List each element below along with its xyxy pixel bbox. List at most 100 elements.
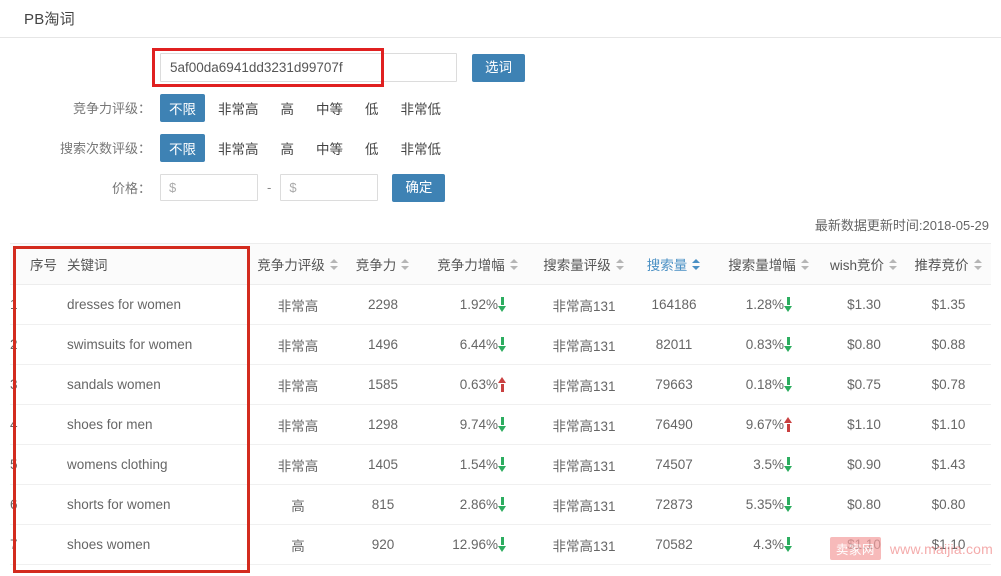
cell-competition-change: 6.44%: [420, 324, 498, 365]
cell-search-volume-level: 非常高131: [536, 324, 632, 365]
cell-search-volume-change-arrow: [784, 404, 822, 445]
search-count-level-label: 搜索次数评级：: [59, 141, 151, 156]
cell-search-volume: 79663: [632, 364, 716, 405]
keyword-table: 序号 关键词 竞争力评级 竞争力 竞争力增幅 搜索量评级 搜索量 搜索量增幅 w…: [10, 243, 991, 565]
competition-option-very-high[interactable]: 非常高: [209, 94, 268, 122]
select-keyword-button[interactable]: 选词: [472, 53, 525, 82]
column-header-competition-level[interactable]: 竞争力评级: [250, 243, 346, 285]
competition-option-high[interactable]: 高: [272, 94, 304, 122]
arrow-down-icon: [784, 337, 793, 353]
arrow-down-icon: [784, 377, 793, 393]
column-header-competition[interactable]: 竞争力: [346, 243, 420, 285]
sort-icon-search-volume[interactable]: [692, 258, 701, 271]
column-header-recommended-bid-label: 推荐竞价: [914, 258, 969, 273]
column-header-recommended-bid[interactable]: 推荐竞价: [906, 243, 991, 285]
cell-index: 4: [10, 404, 67, 445]
column-header-index: 序号: [10, 243, 67, 285]
cell-wish-bid: $1.10: [822, 404, 906, 445]
sort-icon-competition[interactable]: [401, 258, 410, 271]
column-header-wish-bid[interactable]: wish竞价: [822, 243, 906, 285]
competition-option-medium[interactable]: 中等: [307, 94, 352, 122]
cell-keyword: sandals women: [67, 364, 250, 405]
cell-index: 2: [10, 324, 67, 365]
table-row[interactable]: 5 womens clothing 非常高 1405 1.54% 非常高131 74507 3…: [10, 444, 991, 485]
column-header-search-volume-level[interactable]: 搜索量评级: [536, 243, 632, 285]
cell-recommended-bid: $0.88: [906, 324, 991, 365]
cell-competition-level: 非常高: [250, 324, 346, 365]
cell-wish-bid: $0.90: [822, 444, 906, 485]
app-titlebar: PB淘词: [0, 0, 1001, 38]
competition-option-very-low[interactable]: 非常低: [392, 94, 451, 122]
cell-search-volume-change-arrow: [784, 484, 822, 525]
cell-competition-change-arrow: [498, 524, 536, 565]
price-confirm-button[interactable]: 确定: [392, 173, 446, 202]
cell-recommended-bid: $1.10: [906, 524, 991, 565]
price-min-input[interactable]: [160, 174, 258, 201]
search-count-option-low[interactable]: 低: [356, 134, 388, 162]
sort-icon-competition-change[interactable]: [509, 258, 519, 271]
column-header-competition-change-label: 竞争力增幅: [437, 258, 505, 273]
cell-search-volume-change: 9.67%: [716, 404, 784, 445]
cell-competition: 920: [346, 524, 420, 565]
cell-search-volume-change: 0.18%: [716, 364, 784, 405]
cell-competition-change-arrow: [498, 364, 536, 405]
sort-icon-recommended-bid[interactable]: [973, 258, 983, 271]
cell-wish-bid: $1.10: [822, 524, 906, 565]
sort-icon-search-volume-level[interactable]: [615, 258, 625, 271]
competition-level-row: 竞争力评级： 不限 非常高 高 中等 低 非常低: [0, 92, 1001, 123]
cell-competition-change-arrow: [498, 284, 536, 325]
cell-keyword: shoes women: [67, 524, 250, 565]
search-count-option-high[interactable]: 高: [272, 134, 304, 162]
arrow-down-icon: [498, 337, 507, 353]
column-header-search-volume-change[interactable]: 搜索量增幅: [716, 243, 822, 285]
arrow-up-icon: [784, 417, 793, 433]
cell-search-volume-level: 非常高131: [536, 284, 632, 325]
cell-competition: 2298: [346, 284, 420, 325]
search-count-option-unlimited[interactable]: 不限: [160, 133, 205, 162]
sort-icon-wish-bid[interactable]: [889, 258, 898, 271]
arrow-down-icon: [498, 297, 507, 313]
arrow-down-icon: [498, 497, 507, 513]
search-count-option-very-low[interactable]: 非常低: [392, 134, 451, 162]
cell-search-volume-change: 1.28%: [716, 284, 784, 325]
cell-keyword: shoes for men: [67, 404, 250, 445]
column-header-search-volume-label: 搜索量: [646, 258, 688, 273]
cell-search-volume-change-arrow: [784, 324, 822, 365]
cell-competition: 1496: [346, 324, 420, 365]
sort-icon-search-volume-change[interactable]: [800, 258, 810, 271]
table-row[interactable]: 1 dresses for women 非常高 2298 1.92% 非常高131 1641…: [10, 284, 991, 325]
table-row[interactable]: 3 sandals women 非常高 1585 0.63% 非常高131 79663 0.1…: [10, 364, 991, 405]
table-row[interactable]: 6 shorts for women 高 815 2.86% 非常高131 72873 5.3…: [10, 484, 991, 525]
arrow-down-icon: [784, 537, 793, 553]
cell-competition: 1298: [346, 404, 420, 445]
column-header-search-volume-level-label: 搜索量评级: [543, 258, 611, 273]
sort-icon-competition-level[interactable]: [329, 258, 339, 271]
column-header-keyword: 关键词: [67, 243, 250, 285]
search-count-option-very-high[interactable]: 非常高: [209, 134, 268, 162]
keyword-input[interactable]: [160, 53, 457, 82]
search-count-option-medium[interactable]: 中等: [307, 134, 352, 162]
price-max-input[interactable]: [280, 174, 379, 201]
cell-search-volume-level: 非常高131: [536, 484, 632, 525]
price-label: 价格：: [111, 181, 151, 196]
cell-competition-change: 0.63%: [420, 364, 498, 405]
cell-competition-change-arrow: [498, 484, 536, 525]
filter-panel: 选词 竞争力评级： 不限 非常高 高 中等 低 非常低 搜索次数评级： 不限 非…: [0, 38, 1001, 203]
table-body: 1 dresses for women 非常高 2298 1.92% 非常高131 1641…: [10, 284, 991, 565]
column-header-index-label: 序号: [30, 258, 57, 273]
column-header-competition-change[interactable]: 竞争力增幅: [420, 243, 536, 285]
cell-search-volume-change: 3.5%: [716, 444, 784, 485]
column-header-search-volume[interactable]: 搜索量: [632, 243, 716, 285]
cell-search-volume-change-arrow: [784, 364, 822, 405]
competition-option-low[interactable]: 低: [356, 94, 388, 122]
cell-search-volume-change: 4.3%: [716, 524, 784, 565]
cell-competition-level: 高: [250, 484, 346, 525]
cell-keyword: dresses for women: [67, 284, 250, 325]
cell-search-volume-change-arrow: [784, 284, 822, 325]
competition-option-unlimited[interactable]: 不限: [160, 93, 205, 122]
table-row[interactable]: 2 swimsuits for women 非常高 1496 6.44% 非常高131 82…: [10, 324, 991, 365]
table-row[interactable]: 7 shoes women 高 920 12.96% 非常高131 70582 4.3% $1.…: [10, 524, 991, 565]
cell-search-volume: 74507: [632, 444, 716, 485]
table-row[interactable]: 4 shoes for men 非常高 1298 9.74% 非常高131 76490 9.6…: [10, 404, 991, 445]
cell-competition-change: 12.96%: [420, 524, 498, 565]
